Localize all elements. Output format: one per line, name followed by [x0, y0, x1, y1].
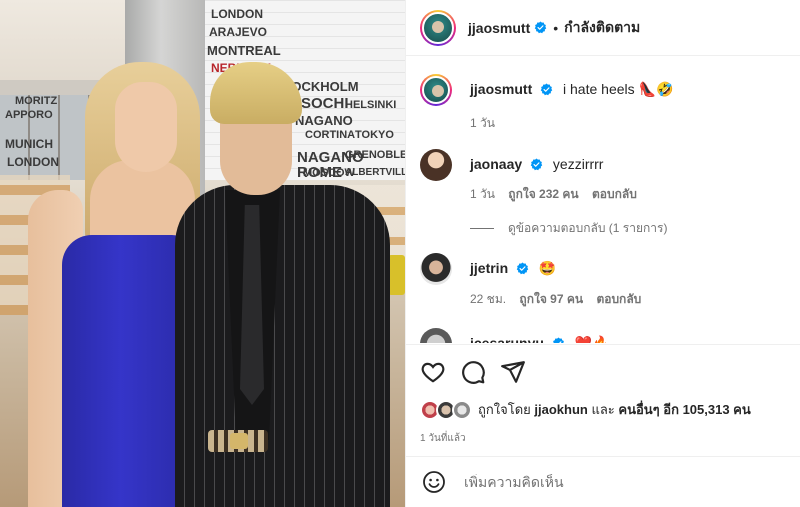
comment-meta: 1 วัน	[470, 114, 505, 133]
comment-likes[interactable]: ถูกใจ 97 คน	[519, 292, 583, 306]
heart-icon[interactable]	[420, 359, 446, 385]
comments-list: jjaosmutt i hate heels 👠🤣 1 วัน jaonaay	[406, 57, 800, 343]
comment-body: icesarunyu ❤️🔥	[470, 334, 790, 343]
reply-button[interactable]: ตอบกลับ	[596, 292, 641, 306]
board-word: LONDON	[211, 7, 263, 21]
comment-body: jjetrin 🤩	[470, 259, 790, 277]
board-word: LONDON	[7, 155, 59, 169]
comment-avatar[interactable]	[420, 328, 452, 343]
verified-badge-icon	[534, 21, 547, 34]
comment-username[interactable]: jjetrin	[470, 260, 508, 276]
comment-avatar[interactable]	[420, 74, 452, 106]
verified-badge-icon	[540, 83, 553, 96]
board-word: NAGANO	[295, 113, 353, 128]
comment-input[interactable]	[464, 474, 764, 490]
post-header: jjaosmutt • กำลังติดตาม	[406, 0, 800, 56]
post-actions: ถูกใจโดย jjaokhun และ คนอื่นๆ อีก 105,31…	[406, 344, 800, 452]
comment-body: jaonaay yezzirrrr	[470, 155, 790, 173]
board-word: GRENOBLE	[345, 149, 405, 161]
comment-text: yezzirrrr	[552, 156, 604, 172]
verified-badge-icon	[516, 262, 529, 275]
board-word: MORITZ	[15, 95, 58, 107]
man-pinstripe-suit	[175, 185, 390, 507]
comment-username[interactable]: icesarunyu	[470, 335, 544, 343]
following-button[interactable]: กำลังติดตาม	[564, 17, 640, 39]
woman-blue-dress	[62, 235, 192, 507]
comment-time[interactable]: 1 วัน	[470, 116, 495, 130]
comment-body: jjaosmutt i hate heels 👠🤣	[470, 80, 790, 98]
likes-first-user[interactable]: jjaokhun	[534, 402, 587, 417]
comment-meta: 1 วัน ถูกใจ 232 คน ตอบกลับ	[470, 185, 647, 204]
share-icon[interactable]	[500, 359, 526, 385]
likes-others[interactable]: คนอื่นๆ อีก 105,313 คน	[618, 399, 750, 420]
header-separator: •	[553, 19, 559, 36]
board-word: ARAJEVO	[209, 25, 268, 39]
likes-prefix: ถูกใจโดย	[478, 402, 531, 417]
liker-avatar	[452, 399, 472, 420]
comment-username[interactable]: jaonaay	[470, 156, 522, 172]
comment-avatar[interactable]	[420, 149, 452, 181]
board-word: MONTREAL	[207, 43, 281, 58]
post-timestamp[interactable]: 1 วันที่แล้ว	[420, 431, 466, 446]
board-word: TOKYO	[355, 129, 394, 141]
liker-avatars[interactable]	[420, 399, 472, 420]
verified-badge-icon	[530, 158, 543, 171]
board-word: APPORO	[5, 109, 53, 121]
view-replies-label: ดูข้อความตอบกลับ (1 รายการ)	[508, 221, 668, 235]
add-comment-bar	[406, 456, 800, 507]
comment-likes[interactable]: ถูกใจ 232 คน	[508, 187, 578, 201]
author-username[interactable]: jjaosmutt	[468, 20, 530, 36]
verified-badge-icon	[552, 337, 564, 343]
smiley-icon[interactable]	[422, 470, 446, 494]
woman-face	[115, 82, 177, 172]
man-belt	[208, 430, 268, 452]
reply-button[interactable]: ตอบกลับ	[592, 187, 637, 201]
comment-text: ❤️🔥	[574, 335, 610, 343]
comment-text: 🤩	[538, 260, 557, 276]
comment-username[interactable]: jjaosmutt	[470, 81, 532, 97]
post-side-panel: jjaosmutt • กำลังติดตาม jjaosmutt i hate…	[405, 0, 800, 507]
board-word: CORTINA	[305, 129, 356, 141]
author-avatar[interactable]	[420, 9, 456, 46]
replies-line	[470, 228, 494, 229]
likes-summary: ถูกใจโดย jjaokhun และ คนอื่นๆ อีก 105,31…	[420, 399, 751, 420]
likes-conjunction: และ	[591, 402, 615, 417]
comment-time[interactable]: 22 ชม.	[470, 292, 506, 306]
board-word: HELSINKI	[345, 99, 397, 111]
post-photo[interactable]: LONDONARAJEVOMONTREALNEBRUCKSTOCKHOLMSOC…	[0, 0, 405, 507]
photo-yellow-object	[388, 255, 405, 295]
comment-text: i hate heels 👠🤣	[563, 81, 674, 97]
comment-avatar[interactable]	[420, 253, 452, 285]
board-word: SOCHI	[301, 95, 349, 112]
board-word: ALBERTVILLE	[345, 167, 405, 178]
comment-icon[interactable]	[460, 359, 486, 385]
view-replies-button[interactable]: ดูข้อความตอบกลับ (1 รายการ)	[470, 219, 667, 238]
comment-meta: 22 ชม. ถูกใจ 97 คน ตอบกลับ	[470, 290, 651, 309]
board-word: MUNICH	[5, 137, 53, 151]
comment-time[interactable]: 1 วัน	[470, 187, 495, 201]
